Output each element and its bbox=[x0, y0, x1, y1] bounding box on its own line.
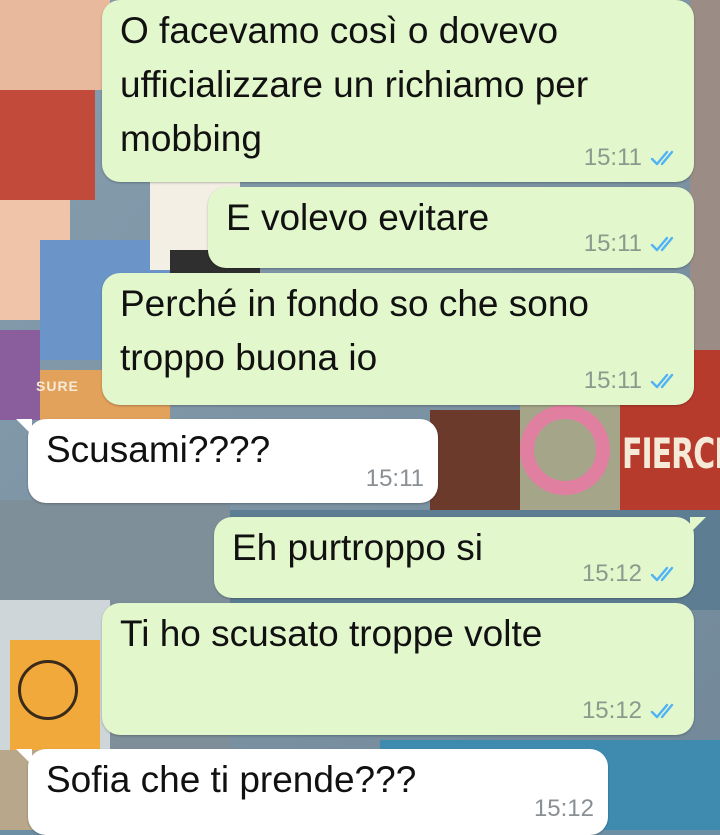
message-time: 15:11 bbox=[583, 144, 642, 171]
bubble-tail bbox=[16, 419, 32, 435]
incoming-message[interactable]: Sofia che ti prende??? 15:12 bbox=[16, 749, 608, 835]
message-text: Scusami???? bbox=[46, 429, 271, 470]
outgoing-message[interactable]: E volevo evitare 15:11 bbox=[208, 187, 694, 268]
message-meta: 15:11 bbox=[584, 144, 680, 172]
double-check-icon bbox=[650, 566, 674, 582]
message-time: 15:11 bbox=[365, 465, 424, 492]
message-time: 15:11 bbox=[583, 230, 642, 257]
message-meta: 15:12 bbox=[534, 795, 594, 823]
message-list[interactable]: O facevamo così o dovevo ufficializzare … bbox=[0, 0, 720, 835]
message-time: 15:12 bbox=[581, 697, 642, 724]
message-meta: 15:12 bbox=[582, 697, 680, 725]
incoming-message[interactable]: Scusami???? 15:11 bbox=[16, 419, 438, 503]
message-meta: 15:11 bbox=[584, 367, 680, 395]
double-check-icon bbox=[650, 150, 674, 166]
outgoing-message[interactable]: Ti ho scusato troppe volte 15:12 bbox=[102, 603, 694, 735]
outgoing-message[interactable]: Perché in fondo so che sono troppo buona… bbox=[102, 273, 694, 405]
message-text: O facevamo così o dovevo ufficializzare … bbox=[120, 10, 589, 159]
message-time: 15:12 bbox=[581, 560, 642, 587]
message-time: 15:11 bbox=[583, 367, 642, 394]
bubble-tail bbox=[690, 517, 706, 533]
bubble-tail bbox=[16, 749, 32, 765]
message-text: Sofia che ti prende??? bbox=[46, 759, 417, 800]
outgoing-message[interactable]: Eh purtroppo si 15:12 bbox=[214, 517, 706, 598]
message-meta: 15:12 bbox=[582, 560, 680, 588]
message-meta: 15:11 bbox=[366, 465, 424, 493]
message-time: 15:12 bbox=[533, 795, 594, 822]
outgoing-message[interactable]: O facevamo così o dovevo ufficializzare … bbox=[102, 0, 694, 182]
double-check-icon bbox=[650, 373, 674, 389]
message-meta: 15:11 bbox=[584, 230, 680, 258]
double-check-icon bbox=[650, 703, 674, 719]
message-text: Ti ho scusato troppe volte bbox=[120, 613, 543, 654]
double-check-icon bbox=[650, 236, 674, 252]
